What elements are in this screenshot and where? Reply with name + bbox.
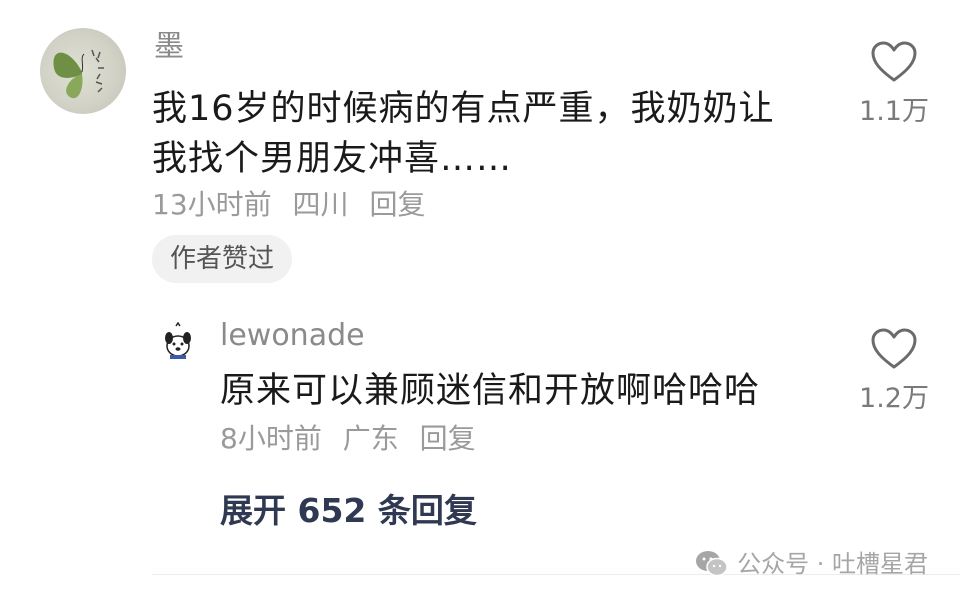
heart-outline-icon[interactable] [870, 327, 918, 371]
avatar[interactable] [40, 28, 126, 114]
comment-location: 四川 [292, 188, 349, 221]
watermark-text: 公众号 · 吐槽星君 [737, 550, 928, 578]
heart-outline-icon[interactable] [870, 40, 918, 84]
comment-text-line2: 我找个男朋友冲喜…… [152, 139, 513, 179]
author-liked-badge: 作者赞过 [152, 235, 293, 283]
reply-avatar[interactable] [158, 322, 198, 362]
reply-reply-button[interactable]: 回复 [420, 422, 476, 455]
reply-text: 原来可以兼顾迷信和开放啊哈哈哈 [220, 371, 761, 411]
reply-username[interactable]: lewonade [220, 321, 365, 351]
reply-meta: 8小时前 广东 回复 [220, 425, 488, 453]
reply-location: 广东 [342, 422, 399, 455]
comment-meta: 13小时前 四川 回复 [152, 191, 437, 219]
comment-time: 13小时前 [152, 188, 272, 221]
reply-like-button[interactable]: 1.2万 [844, 327, 944, 412]
butterfly-avatar-image [53, 49, 104, 99]
reply-like-count: 1.2万 [859, 383, 929, 414]
expand-replies-link[interactable]: 展开 652 条回复 [220, 494, 477, 527]
reply-time: 8小时前 [220, 422, 322, 455]
wechat-icon [696, 551, 728, 577]
comment-like-button[interactable]: 1.1万 [844, 40, 944, 125]
comment-like-count: 1.1万 [859, 96, 929, 127]
comment-username[interactable]: 墨 [154, 32, 184, 62]
watermark: 公众号 · 吐槽星君 [695, 550, 928, 578]
dog-avatar-image [165, 322, 191, 359]
comment-reply-button[interactable]: 回复 [369, 188, 425, 221]
